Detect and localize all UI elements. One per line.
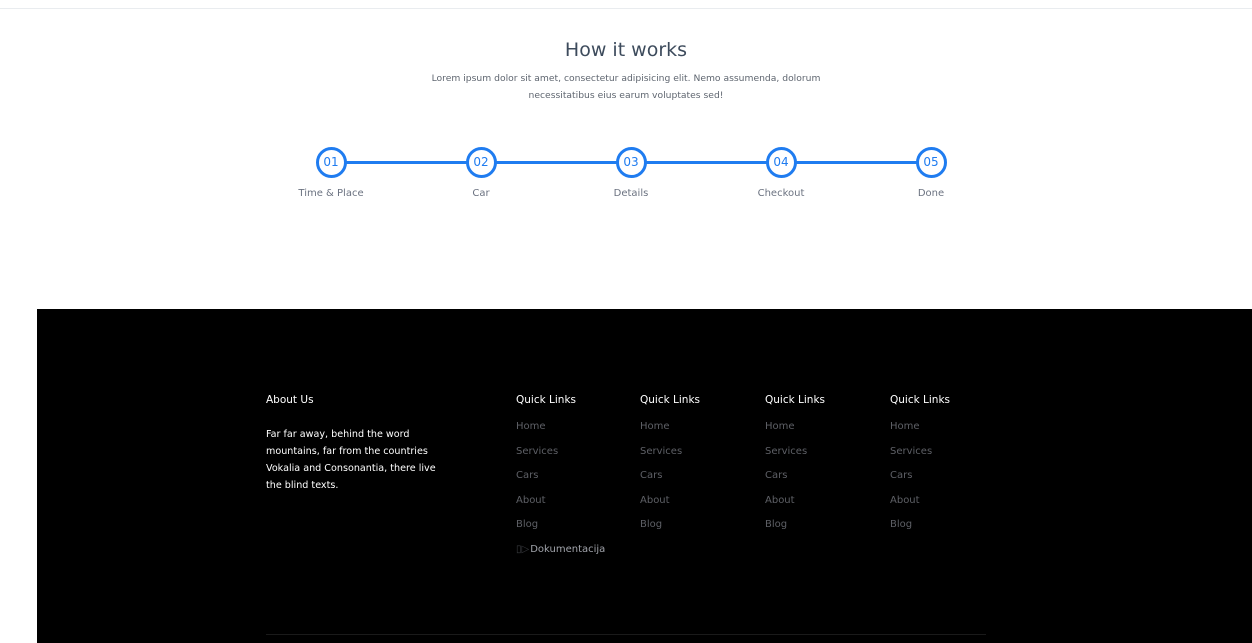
footer-quick-links-2: Quick Links Home Services Cars About Blo… [640, 394, 700, 544]
footer-link-home[interactable]: Home [640, 421, 700, 446]
footer-link-services[interactable]: Services [640, 446, 700, 471]
step-number-circle: 01 [315, 147, 347, 178]
footer-link-cars[interactable]: Cars [890, 470, 950, 495]
footer-link-about[interactable]: About [765, 495, 825, 520]
footer-link-about[interactable]: About [640, 495, 700, 520]
footer-link-cars[interactable]: Cars [765, 470, 825, 495]
step-1: 01 Time & Place [271, 147, 391, 199]
footer-link-label: Dokumentacija [530, 543, 606, 555]
footer-link-list: Home Services Cars About Blog [765, 421, 825, 544]
footer-quick-links-3: Quick Links Home Services Cars About Blo… [765, 394, 825, 544]
footer-link-home[interactable]: Home [765, 421, 825, 446]
step-number-circle: 04 [765, 147, 797, 178]
footer-link-cars[interactable]: Cars [640, 470, 700, 495]
footer-link-blog[interactable]: Blog [640, 519, 700, 544]
footer-column-heading: Quick Links [516, 394, 577, 406]
footer-divider [266, 634, 986, 635]
site-footer: About Us Far far away, behind the word m… [37, 309, 1252, 643]
step-5: 05 Done [871, 147, 991, 199]
footer-link-about[interactable]: About [516, 495, 605, 520]
step-label: Done [917, 188, 945, 199]
section-title: How it works [564, 39, 688, 61]
footer-link-services[interactable]: Services [765, 446, 825, 471]
step-label: Checkout [757, 188, 805, 199]
footer-column-heading: Quick Links [765, 394, 826, 406]
footer-link-blog[interactable]: Blog [516, 519, 605, 544]
footer-link-list: Home Services Cars About Blog [890, 421, 950, 544]
step-label: Details [613, 188, 649, 199]
footer-link-cars[interactable]: Cars [516, 470, 605, 495]
footer-link-services[interactable]: Services [516, 446, 605, 471]
footer-link-dokumentacija[interactable]: ▯▷Dokumentacija [516, 544, 605, 569]
step-4: 04 Checkout [721, 147, 841, 199]
footer-about-heading: About Us [266, 394, 314, 406]
footer-link-blog[interactable]: Blog [765, 519, 825, 544]
footer-link-list: Home Services Cars About Blog ▯▷Dokument… [516, 421, 605, 568]
step-number-circle: 03 [615, 147, 647, 178]
footer-link-home[interactable]: Home [516, 421, 605, 446]
footer-column-heading: Quick Links [640, 394, 701, 406]
footer-link-list: Home Services Cars About Blog [640, 421, 700, 544]
step-2: 02 Car [421, 147, 541, 199]
footer-column-heading: Quick Links [890, 394, 951, 406]
footer-quick-links-4: Quick Links Home Services Cars About Blo… [890, 394, 950, 544]
footer-link-services[interactable]: Services [890, 446, 950, 471]
step-number-circle: 05 [915, 147, 947, 178]
footer-link-about[interactable]: About [890, 495, 950, 520]
footer-about: About Us Far far away, behind the word m… [266, 394, 444, 494]
step-number-circle: 02 [465, 147, 497, 178]
footer-link-blog[interactable]: Blog [890, 519, 950, 544]
section-subtitle: Lorem ipsum dolor sit amet, consectetur … [431, 73, 821, 101]
footer-quick-links-1: Quick Links Home Services Cars About Blo… [516, 394, 605, 568]
step-3: 03 Details [571, 147, 691, 199]
step-label: Time & Place [298, 188, 364, 199]
footer-link-home[interactable]: Home [890, 421, 950, 446]
broken-image-icon: ▯▷ [516, 543, 530, 555]
how-it-works-section: How it works Lorem ipsum dolor sit amet,… [0, 0, 1252, 309]
footer-about-text: Far far away, behind the word mountains,… [266, 429, 436, 491]
step-label: Car [472, 188, 490, 199]
